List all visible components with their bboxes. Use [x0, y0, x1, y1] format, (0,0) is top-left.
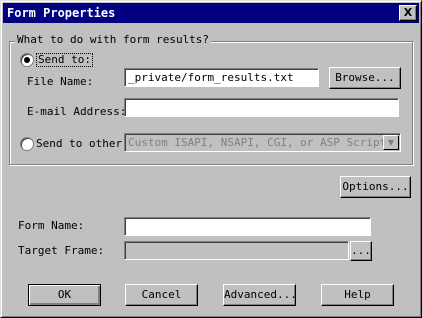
radio-selected-dot	[24, 57, 30, 63]
window-title: Form Properties	[7, 6, 116, 20]
form-name-input[interactable]	[124, 217, 371, 236]
group-legend: What to do with form results?	[15, 33, 212, 46]
file-name-label: File Name:	[27, 75, 94, 88]
pencil-icon: ...	[351, 244, 371, 257]
form-properties-dialog: Form Properties X What to do with form r…	[0, 0, 422, 318]
browse-button[interactable]: Browse...	[329, 67, 401, 89]
chevron-down-icon[interactable]: ▼	[383, 135, 399, 150]
file-name-input[interactable]: _private/form_results.txt	[124, 68, 319, 87]
title-bar[interactable]: Form Properties X	[3, 3, 419, 23]
help-button[interactable]: Help	[321, 284, 394, 306]
target-frame-picker-button[interactable]: ...	[350, 241, 372, 261]
send-to-other-label[interactable]: Send to other:	[36, 137, 129, 150]
email-label: E-mail Address:	[27, 105, 127, 118]
form-name-label: Form Name:	[18, 219, 85, 232]
close-button[interactable]: X	[399, 5, 417, 21]
ok-button[interactable]: OK	[28, 284, 101, 306]
email-input[interactable]	[124, 98, 399, 117]
options-button[interactable]: Options...	[340, 176, 411, 198]
advanced-button[interactable]: Advanced...	[223, 284, 297, 306]
send-to-other-radio[interactable]	[20, 137, 34, 151]
send-to-radio[interactable]	[20, 53, 34, 67]
target-frame-input	[124, 241, 349, 260]
target-frame-label: Target Frame:	[18, 244, 105, 257]
cancel-button[interactable]: Cancel	[125, 284, 198, 306]
send-to-other-selected-value: Custom ISAPI, NSAPI, CGI, or ASP Script	[128, 136, 387, 149]
close-icon: X	[403, 6, 413, 19]
send-to-label[interactable]: Send to:	[36, 53, 93, 67]
send-to-other-select[interactable]: Custom ISAPI, NSAPI, CGI, or ASP Script	[124, 133, 401, 152]
